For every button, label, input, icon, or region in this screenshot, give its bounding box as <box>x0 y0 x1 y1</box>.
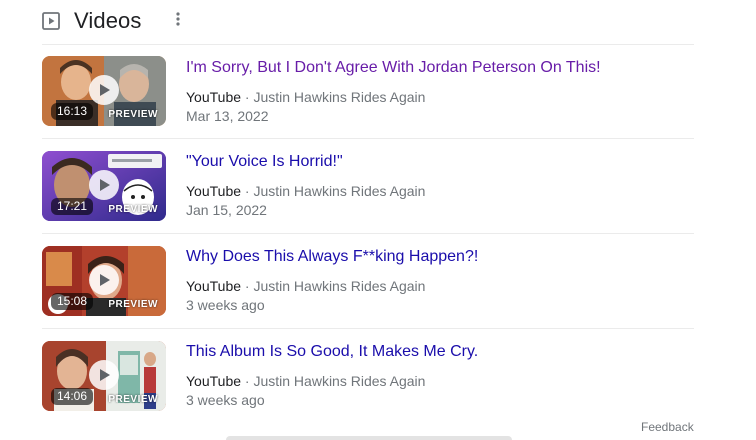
source-separator: · <box>244 183 250 199</box>
divider <box>42 138 694 139</box>
video-title-link[interactable]: I'm Sorry, But I Don't Agree With Jordan… <box>186 57 686 79</box>
play-icon <box>89 75 119 105</box>
video-duration: 14:06 <box>51 388 94 405</box>
divider <box>42 233 694 234</box>
play-icon <box>89 170 119 200</box>
preview-badge: PREVIEW <box>108 299 158 310</box>
video-thumbnail[interactable]: 15:08 PREVIEW <box>42 246 166 316</box>
channel-name: Justin Hawkins Rides Again <box>253 89 426 105</box>
video-result: 14:06 PREVIEW This Album Is So Good, It … <box>42 341 694 421</box>
video-date: Mar 13, 2022 <box>186 108 269 124</box>
video-title-link[interactable]: "Your Voice Is Horrid!" <box>186 151 686 173</box>
section-title: Videos <box>74 8 142 33</box>
channel-name: Justin Hawkins Rides Again <box>253 373 426 389</box>
channel-name: Justin Hawkins Rides Again <box>253 183 426 199</box>
more-vert-icon[interactable] <box>170 11 186 31</box>
video-duration: 16:13 <box>51 103 94 120</box>
source-site: YouTube <box>186 183 242 199</box>
divider <box>42 328 694 329</box>
source-site: YouTube <box>186 373 242 389</box>
video-source: YouTube · Justin Hawkins Rides Again <box>186 88 686 107</box>
video-thumbnail[interactable]: 16:13 PREVIEW <box>42 56 166 126</box>
source-site: YouTube <box>186 278 242 294</box>
preview-badge: PREVIEW <box>108 394 158 405</box>
more-videos-bar[interactable] <box>226 436 512 440</box>
video-source: YouTube · Justin Hawkins Rides Again <box>186 182 686 201</box>
play-box-icon <box>42 12 60 30</box>
video-result: 17:21 PREVIEW "Your Voice Is Horrid!" Yo… <box>42 151 694 231</box>
video-duration: 17:21 <box>51 198 94 215</box>
video-date: Jan 15, 2022 <box>186 202 267 218</box>
play-icon <box>89 265 119 295</box>
divider <box>42 44 694 45</box>
source-separator: · <box>244 278 250 294</box>
videos-section-header: Videos <box>42 6 141 36</box>
preview-badge: PREVIEW <box>108 109 158 120</box>
video-date: 3 weeks ago <box>186 392 265 408</box>
video-result: 16:13 PREVIEW I'm Sorry, But I Don't Agr… <box>42 56 694 136</box>
video-title-link[interactable]: This Album Is So Good, It Makes Me Cry. <box>186 341 686 363</box>
video-date: 3 weeks ago <box>186 297 265 313</box>
preview-badge: PREVIEW <box>108 204 158 215</box>
source-separator: · <box>244 89 250 105</box>
source-site: YouTube <box>186 89 242 105</box>
channel-name: Justin Hawkins Rides Again <box>253 278 426 294</box>
video-source: YouTube · Justin Hawkins Rides Again <box>186 277 686 296</box>
feedback-link[interactable]: Feedback <box>641 420 694 434</box>
video-duration: 15:08 <box>51 293 94 310</box>
video-thumbnail[interactable]: 17:21 PREVIEW <box>42 151 166 221</box>
video-thumbnail[interactable]: 14:06 PREVIEW <box>42 341 166 411</box>
video-source: YouTube · Justin Hawkins Rides Again <box>186 372 686 391</box>
video-result: 15:08 PREVIEW Why Does This Always F**ki… <box>42 246 694 326</box>
play-icon <box>89 360 119 390</box>
video-title-link[interactable]: Why Does This Always F**king Happen?! <box>186 246 686 268</box>
source-separator: · <box>244 373 250 389</box>
